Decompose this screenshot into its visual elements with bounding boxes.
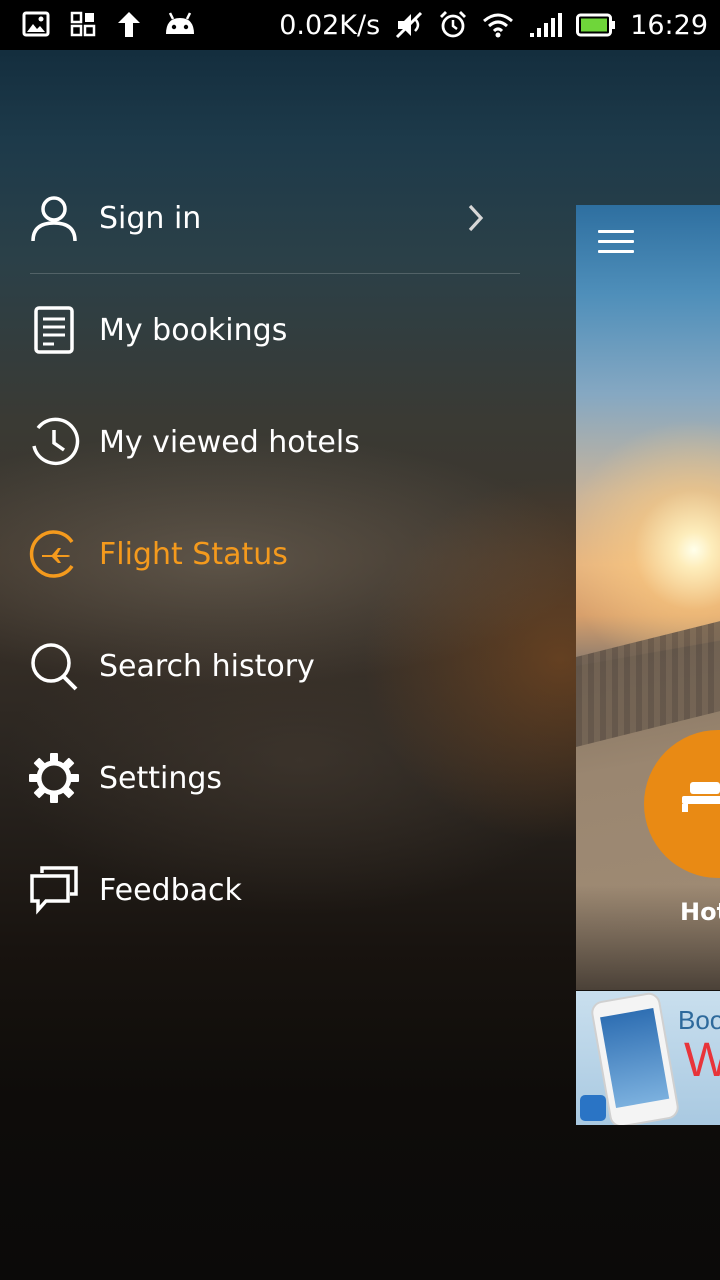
- menu-item-my-viewed-hotels[interactable]: My viewed hotels: [0, 386, 540, 498]
- menu-item-label: Feedback: [99, 872, 242, 908]
- gear-icon: [28, 752, 80, 804]
- network-speed: 0.02K/s: [279, 9, 381, 41]
- hotels-label: Hot: [680, 898, 720, 926]
- clock-time: 16:29: [630, 9, 708, 41]
- menu-item-search-history[interactable]: Search history: [0, 610, 540, 722]
- menu-item-flight-status[interactable]: Flight Status: [0, 498, 540, 610]
- menu-item-sign-in[interactable]: Sign in: [0, 162, 540, 274]
- menu-item-label: Flight Status: [99, 536, 288, 572]
- menu-item-label: Search history: [99, 648, 315, 684]
- mute-icon: [394, 10, 424, 40]
- alarm-icon: [438, 10, 468, 40]
- menu-item-settings[interactable]: Settings: [0, 722, 540, 834]
- menu-item-label: Settings: [99, 760, 223, 796]
- banner-text-line2: W: [684, 1034, 720, 1087]
- user-icon: [28, 192, 80, 244]
- signal-icon: [528, 12, 563, 38]
- upload-icon: [116, 10, 142, 38]
- app-notification-icon: [70, 11, 96, 37]
- menu-item-label: Sign in: [99, 200, 202, 236]
- battery-icon: [576, 13, 616, 37]
- feedback-icon: [28, 864, 80, 916]
- bookings-icon: [28, 304, 80, 356]
- banner-text-line1: Book: [678, 1005, 720, 1035]
- menu-item-feedback[interactable]: Feedback: [0, 834, 540, 946]
- search-icon: [28, 640, 80, 692]
- menu-item-my-bookings[interactable]: My bookings: [0, 274, 540, 386]
- bed-icon: [682, 780, 720, 812]
- android-icon: [162, 10, 198, 38]
- main-content-preview[interactable]: Hot Book W: [576, 205, 720, 1125]
- menu-item-label: My bookings: [99, 312, 288, 348]
- promo-banner[interactable]: Book W: [576, 991, 720, 1125]
- flight-icon: [28, 528, 80, 580]
- status-bar: 0.02K/s 16:29: [0, 0, 720, 50]
- app-logo-icon: [580, 1095, 606, 1121]
- image-notification-icon: [22, 10, 50, 38]
- hamburger-menu-icon[interactable]: [598, 230, 634, 254]
- clock-icon: [28, 416, 80, 468]
- menu-item-label: My viewed hotels: [99, 424, 360, 460]
- wifi-icon: [482, 12, 514, 38]
